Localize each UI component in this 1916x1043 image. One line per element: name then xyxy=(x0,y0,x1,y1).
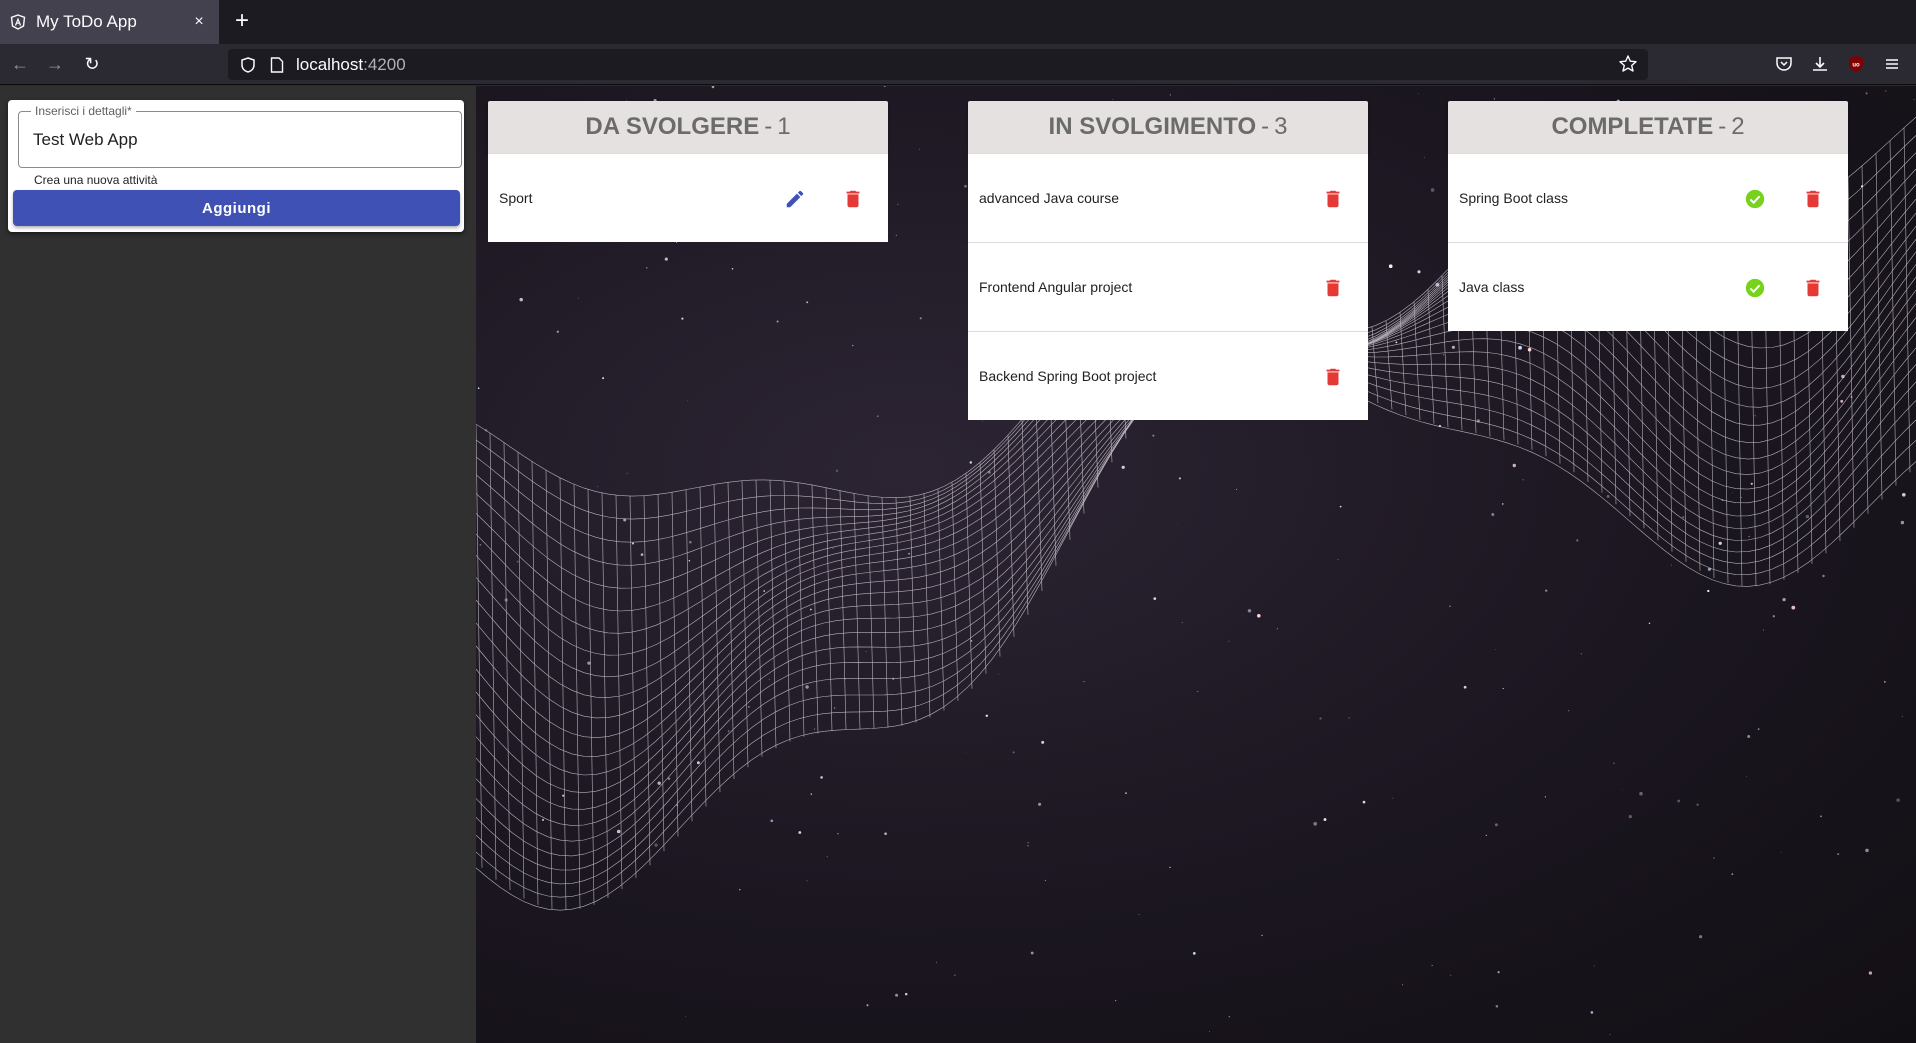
trash-icon[interactable] xyxy=(1322,188,1344,210)
menu-icon[interactable] xyxy=(1882,54,1902,74)
trash-icon[interactable] xyxy=(1802,188,1824,210)
task-card: Frontend Angular project xyxy=(968,242,1368,331)
bookmark-star-icon[interactable] xyxy=(1618,54,1638,74)
url-host: localhost xyxy=(296,54,364,74)
column-in-progress: IN SVOLGIMENTO - 3 advanced Java course … xyxy=(968,101,1368,420)
column-count: 1 xyxy=(777,113,791,140)
column-separator: - xyxy=(764,113,773,140)
download-icon[interactable] xyxy=(1810,54,1830,74)
column-header: DA SVOLGERE - 1 xyxy=(488,101,888,153)
browser-nav-bar: ← → ↻ localhost:4200 uo xyxy=(0,44,1916,85)
new-tab-button[interactable]: + xyxy=(230,9,254,34)
column-title: IN SVOLGIMENTO xyxy=(1048,113,1257,140)
task-text: Java class xyxy=(1459,279,1525,295)
task-details-input[interactable] xyxy=(33,130,433,150)
column-todo: DA SVOLGERE - 1 Sport xyxy=(488,101,888,242)
column-header: IN SVOLGIMENTO - 3 xyxy=(968,101,1368,153)
task-details-label: Inserisci i dettagli* xyxy=(31,104,136,118)
add-task-button[interactable]: Aggiungi xyxy=(13,190,460,226)
column-completed: COMPLETATE - 2 Spring Boot class Java cl… xyxy=(1448,101,1848,331)
trash-icon[interactable] xyxy=(1322,366,1344,388)
reload-button[interactable]: ↻ xyxy=(80,52,104,76)
task-text: Backend Spring Boot project xyxy=(979,368,1157,384)
trash-icon[interactable] xyxy=(842,188,864,210)
column-separator: - xyxy=(1718,113,1727,140)
task-card: advanced Java course xyxy=(968,153,1368,242)
task-details-hint: Crea una nuova attività xyxy=(34,173,158,187)
task-text: Sport xyxy=(499,190,533,206)
page-icon xyxy=(270,56,284,73)
task-text: Spring Boot class xyxy=(1459,190,1568,206)
browser-tab[interactable]: My ToDo App × xyxy=(0,0,219,44)
tab-title: My ToDo App xyxy=(36,12,137,31)
check-circle-icon[interactable] xyxy=(1744,277,1766,299)
tab-close-icon[interactable]: × xyxy=(189,13,209,31)
pencil-icon[interactable] xyxy=(784,188,806,210)
url-text: localhost:4200 xyxy=(296,55,406,75)
svg-text:uo: uo xyxy=(1852,63,1860,69)
back-button[interactable]: ← xyxy=(8,52,32,76)
column-header: COMPLETATE - 2 xyxy=(1448,101,1848,153)
pocket-icon[interactable] xyxy=(1774,54,1794,74)
task-card: Sport xyxy=(488,153,888,242)
task-details-field[interactable]: Inserisci i dettagli* xyxy=(18,104,462,168)
column-title: COMPLETATE xyxy=(1551,113,1714,140)
task-board: DA SVOLGERE - 1 Sport IN SVOLGIMENTO - 3… xyxy=(476,86,1916,1043)
ublock-origin-icon[interactable]: uo xyxy=(1846,54,1866,74)
column-count: 3 xyxy=(1274,113,1288,140)
shield-icon[interactable] xyxy=(240,56,256,73)
column-separator: - xyxy=(1261,113,1270,140)
task-card: Backend Spring Boot project xyxy=(968,331,1368,420)
browser-tab-bar: My ToDo App × + xyxy=(0,0,1916,44)
check-circle-icon[interactable] xyxy=(1744,188,1766,210)
trash-icon[interactable] xyxy=(1322,277,1344,299)
new-task-form: Inserisci i dettagli* Crea una nuova att… xyxy=(8,100,464,232)
sidebar: Inserisci i dettagli* Crea una nuova att… xyxy=(0,86,476,1043)
task-text: advanced Java course xyxy=(979,190,1120,206)
trash-icon[interactable] xyxy=(1802,277,1824,299)
column-title: DA SVOLGERE xyxy=(585,113,760,140)
forward-button[interactable]: → xyxy=(43,52,67,76)
task-card: Spring Boot class xyxy=(1448,153,1848,242)
task-text: Frontend Angular project xyxy=(979,279,1133,295)
angular-favicon-icon xyxy=(10,14,26,30)
url-bar[interactable]: localhost:4200 xyxy=(228,49,1648,80)
task-card: Java class xyxy=(1448,242,1848,331)
url-port: :4200 xyxy=(363,54,406,74)
app-page: Inserisci i dettagli* Crea una nuova att… xyxy=(0,86,1916,1043)
column-count: 2 xyxy=(1731,113,1745,140)
